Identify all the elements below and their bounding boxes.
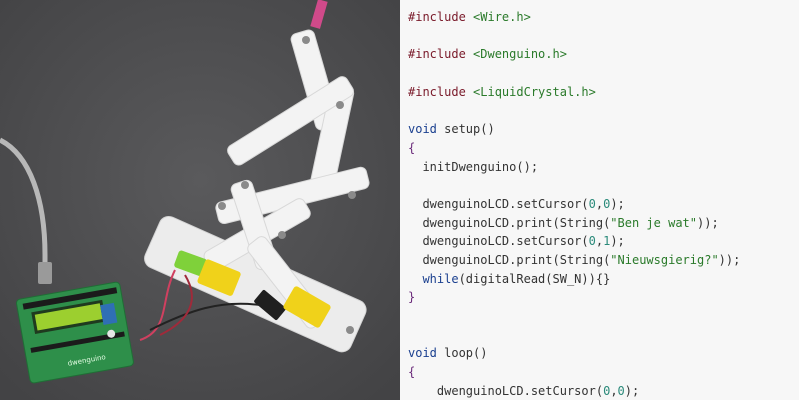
- page: dwenguino #include <Wire.h> #include <Dwe…: [0, 0, 799, 400]
- code-token: <LiquidCrystal.h>: [473, 84, 596, 99]
- code-token: dwenguinoLCD.setCursor(: [408, 234, 589, 249]
- code-token: void: [408, 346, 445, 361]
- code-token: );: [610, 234, 625, 249]
- code-token: {: [408, 140, 416, 155]
- code-line: dwenguinoLCD.print(String("Ben je wat"))…: [408, 214, 799, 233]
- code-block: #include <Wire.h> #include <Dwenguino.h> #…: [408, 8, 799, 400]
- code-token: ,: [595, 196, 604, 211]
- code-token: "Ben je wat": [610, 215, 697, 230]
- code-token: while: [422, 271, 459, 286]
- code-token: }: [408, 290, 416, 305]
- code-line: while(digitalRead(SW_N)){}: [408, 270, 799, 289]
- code-token: 0: [588, 196, 596, 211]
- code-token: {: [408, 365, 416, 380]
- photo-panel: dwenguino: [0, 0, 400, 400]
- code-token: );: [624, 383, 640, 398]
- code-token: #include: [408, 84, 474, 99]
- code-token: <Dwenguino.h>: [473, 47, 567, 62]
- code-token: (digitalRead(SW_N)){}: [458, 271, 611, 286]
- code-token: dwenguinoLCD.setCursor(: [408, 196, 589, 211]
- code-line: {: [408, 139, 799, 158]
- code-token: loop(): [444, 346, 488, 361]
- code-token: );: [610, 196, 625, 211]
- code-token: #include: [408, 10, 474, 24]
- code-token: <Wire.h>: [473, 10, 531, 24]
- code-line: dwenguinoLCD.setCursor(0,0);: [408, 382, 799, 400]
- code-token: void: [408, 122, 445, 137]
- code-token: ));: [697, 215, 719, 230]
- code-token: 0: [617, 383, 625, 398]
- code-token: dwenguinoLCD.print(String(: [408, 215, 611, 230]
- code-line: void loop(): [408, 344, 799, 363]
- code-token: dwenguinoLCD.print(String(: [408, 252, 611, 267]
- code-token: dwenguinoLCD.setCursor(: [408, 383, 604, 398]
- code-token: initDwenguino();: [408, 159, 539, 174]
- code-token: ));: [718, 252, 741, 267]
- code-line: dwenguinoLCD.setCursor(0,0);: [408, 195, 799, 214]
- code-token: 0: [588, 234, 596, 249]
- code-token: ,: [610, 383, 618, 398]
- code-token: "Nieuwsgierig?": [610, 252, 719, 267]
- code-line: }: [408, 288, 799, 307]
- code-line: {: [408, 363, 799, 382]
- code-line: #include <LiquidCrystal.h>: [408, 83, 799, 102]
- code-line: void setup(): [408, 120, 799, 139]
- code-line: #include <Wire.h>: [408, 8, 799, 27]
- code-line: dwenguinoLCD.print(String("Nieuwsgierig?…: [408, 251, 799, 270]
- code-panel: #include <Wire.h> #include <Dwenguino.h> #…: [400, 0, 799, 400]
- code-token: ,: [595, 234, 604, 249]
- code-line: dwenguinoLCD.setCursor(0,1);: [408, 232, 799, 251]
- code-token: #include: [408, 47, 474, 62]
- code-line: #include <Dwenguino.h>: [408, 45, 799, 64]
- code-line: initDwenguino();: [408, 158, 799, 177]
- code-token: setup(): [444, 122, 495, 137]
- robot-arm-photo: dwenguino: [0, 0, 400, 400]
